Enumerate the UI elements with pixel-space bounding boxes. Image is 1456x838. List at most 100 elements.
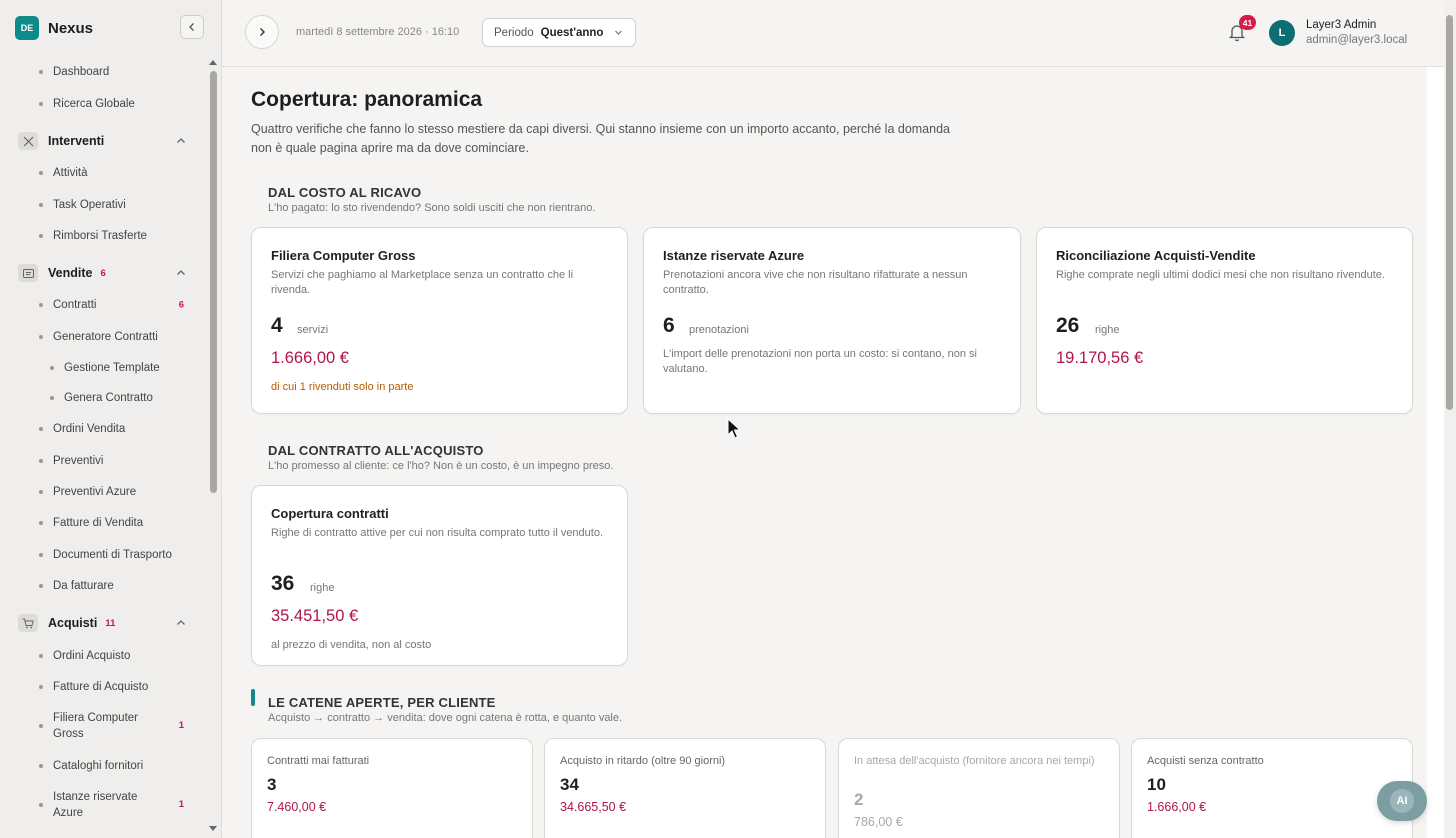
bullet-icon: [39, 653, 43, 658]
card-number: 36: [271, 572, 295, 595]
chain-card-in-attesa-acquisto[interactable]: In attesa dell'acquisto (fornitore ancor…: [838, 738, 1120, 838]
sidebar-item-preventivi[interactable]: Preventivi: [0, 445, 206, 476]
chain-card-acquisti-senza-contratto[interactable]: Acquisti senza contratto 10 1.666,00 €: [1131, 738, 1413, 838]
scroll-down-arrow-icon[interactable]: [209, 826, 217, 832]
sidebar-group-acquisti[interactable]: Acquisti 11: [0, 607, 206, 639]
bullet-icon: [39, 303, 43, 307]
sidebar-item-genera-contratto[interactable]: Genera Contratto: [0, 383, 206, 412]
card-riconciliazione-acquisti-vendite[interactable]: Riconciliazione Acquisti-Vendite Righe c…: [1036, 227, 1413, 414]
collapse-sidebar-button[interactable]: [180, 15, 204, 39]
card-istanze-riservate-azure[interactable]: Istanze riservate Azure Prenotazioni anc…: [643, 227, 1021, 414]
card-unit: servizi: [297, 324, 329, 336]
sidebar-item-dashboard[interactable]: Dashboard: [0, 56, 206, 88]
sidebar-group-label: Acquisti: [48, 616, 98, 630]
section-title: LE CATENE APERTE, PER CLIENTE: [268, 695, 496, 710]
bullet-icon: [39, 521, 43, 525]
card-amount: 1.666,00 €: [271, 349, 349, 367]
sidebar-scrollbar[interactable]: [208, 56, 218, 838]
page-scrollbar-thumb[interactable]: [1446, 15, 1453, 410]
sidebar-item-ordini-vendita[interactable]: Ordini Vendita: [0, 412, 206, 445]
sidebar-item-attivita[interactable]: Attività: [0, 157, 206, 189]
sidebar-item-da-fatturare[interactable]: Da fatturare: [0, 570, 206, 601]
ai-assistant-button[interactable]: AI: [1377, 781, 1427, 821]
card-filiera-computer-gross[interactable]: Filiera Computer Gross Servizi che paghi…: [251, 227, 628, 414]
section-subtitle: L'ho pagato: lo sto rivendendo? Sono sol…: [268, 202, 596, 214]
chain-card-contratti-mai-fatturati[interactable]: Contratti mai fatturati 3 7.460,00 €: [251, 738, 533, 838]
card-copertura-contratti[interactable]: Copertura contratti Righe di contratto a…: [251, 485, 628, 666]
sidebar-item-label: Fatture di Acquisto: [53, 681, 149, 693]
chevron-up-icon: [177, 270, 185, 275]
bullet-icon: [39, 233, 43, 238]
sidebar-item-generatore-contratti[interactable]: Generatore Contratti: [0, 321, 206, 352]
chevron-down-icon: [615, 30, 622, 35]
card-title: Copertura contratti: [271, 506, 389, 521]
card-title: Istanze riservate Azure: [663, 248, 805, 263]
chain-card-amount: 786,00 €: [854, 815, 903, 829]
sidebar: DE Nexus Dashboard Ricerca Globale Inter…: [0, 0, 222, 838]
sidebar-item-count: 1: [178, 720, 184, 731]
card-description: Servizi che paghiamo al Marketplace senz…: [271, 269, 574, 296]
sidebar-item-label: Gestione Template: [64, 361, 160, 374]
bullet-icon: [39, 202, 43, 207]
chain-card-label: Acquisti senza contratto: [1147, 755, 1264, 767]
sidebar-item-label: Ordini Vendita: [53, 422, 126, 435]
sidebar-item-label: Documenti di Trasporto: [53, 548, 172, 561]
section-subtitle: L'ho promesso al cliente: ce l'ho? Non è…: [268, 460, 614, 472]
main-content: Copertura: panoramica Quattro verifiche …: [222, 67, 1427, 838]
brand[interactable]: DE Nexus: [15, 16, 93, 40]
avatar[interactable]: L: [1269, 20, 1295, 46]
sidebar-item-label: Contratti: [53, 299, 97, 311]
card-amount: 35.451,50 €: [271, 607, 359, 625]
sidebar-item-label: Cataloghi fornitori: [53, 759, 144, 772]
sidebar-item-label: Dashboard: [53, 66, 110, 78]
current-datetime: martedì 8 settembre 2026 · 16:10: [296, 26, 460, 38]
chain-card-label: Contratti mai fatturati: [267, 755, 370, 767]
tools-icon: [18, 132, 38, 150]
card-title: Filiera Computer Gross: [271, 248, 416, 263]
sidebar-scrollbar-thumb[interactable]: [210, 71, 217, 493]
sidebar-group-label: Vendite: [48, 266, 93, 280]
sidebar-item-label: Da fatturare: [53, 579, 114, 592]
card-unit: righe: [310, 582, 335, 594]
sidebar-item-task-operativi[interactable]: Task Operativi: [0, 189, 206, 220]
page-scrollbar[interactable]: [1444, 0, 1456, 838]
section-subtitle: Acquisto → contratto → vendita: dove ogn…: [268, 712, 623, 724]
topbar: martedì 8 settembre 2026 · 16:10 Periodo…: [222, 0, 1456, 67]
sidebar-item-label: Fatture di Vendita: [53, 517, 144, 529]
chain-card-amount: 1.666,00 €: [1147, 800, 1207, 814]
sidebar-item-istanze-riservate-azure[interactable]: Istanze riservate Azure 1: [0, 781, 206, 829]
chain-card-amount: 7.460,00 €: [267, 800, 327, 814]
chain-card-acquisto-in-ritardo[interactable]: Acquisto in ritardo (oltre 90 giorni) 34…: [544, 738, 826, 838]
sidebar-item-cataloghi-fornitori[interactable]: Cataloghi fornitori: [0, 750, 206, 781]
bullet-icon: [39, 489, 43, 494]
sidebar-item-fatture-di-acquisto[interactable]: Fatture di Acquisto: [0, 672, 206, 702]
sidebar-item-label: Preventivi Azure: [53, 485, 137, 498]
brand-logo: DE: [15, 16, 39, 40]
section-accent-bar: [251, 689, 255, 706]
user-name: Layer3 Admin: [1306, 19, 1377, 31]
card-number: 6: [663, 314, 675, 337]
card-note: L'import delle prenotazioni non porta un…: [663, 348, 977, 375]
sidebar-item-fatture-di-vendita[interactable]: Fatture di Vendita: [0, 507, 206, 539]
scroll-up-arrow-icon[interactable]: [209, 59, 217, 65]
sidebar-item-preventivi-azure[interactable]: Preventivi Azure: [0, 476, 206, 507]
bullet-icon: [39, 70, 43, 74]
sidebar-item-gestione-template[interactable]: Gestione Template: [0, 352, 206, 383]
sidebar-item-label: Preventivi: [53, 454, 104, 467]
sidebar-item-ricerca-globale[interactable]: Ricerca Globale: [0, 88, 206, 119]
expand-button[interactable]: [245, 15, 279, 49]
bullet-icon: [39, 583, 43, 588]
cart-icon: [18, 614, 38, 632]
sidebar-item-ordini-acquisto[interactable]: Ordini Acquisto: [0, 639, 206, 672]
period-select[interactable]: Periodo Quest'anno: [482, 18, 636, 47]
sidebar-item-rimborsi-trasferte[interactable]: Rimborsi Trasferte: [0, 220, 206, 251]
ai-button-label: AI: [1390, 789, 1414, 813]
bullet-icon: [39, 685, 43, 689]
sidebar-group-interventi[interactable]: Interventi: [0, 125, 206, 157]
sidebar-item-filiera-computer-gross[interactable]: Filiera Computer Gross 1: [0, 702, 206, 750]
sidebar-item-documenti-di-trasporto[interactable]: Documenti di Trasporto: [0, 539, 206, 570]
bullet-icon: [39, 101, 43, 106]
sidebar-item-contratti[interactable]: Contratti 6: [0, 289, 206, 321]
sidebar-item-label: Generatore Contratti: [53, 330, 158, 343]
sidebar-group-vendite[interactable]: Vendite 6: [0, 257, 206, 289]
